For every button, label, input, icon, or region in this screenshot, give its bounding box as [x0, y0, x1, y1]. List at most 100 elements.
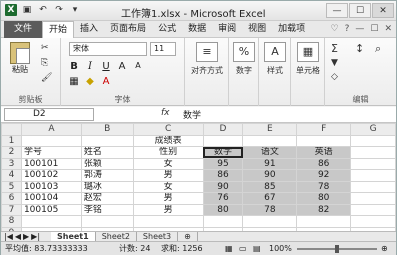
cell[interactable]: 90 [202, 180, 244, 193]
column-header-a[interactable]: A [20, 123, 82, 136]
cell[interactable]: 67 [242, 192, 298, 205]
excel-icon[interactable]: X [5, 4, 17, 16]
cell[interactable] [202, 134, 244, 147]
column-header-b[interactable]: B [80, 123, 134, 136]
tab-formulas[interactable]: 公式 [152, 21, 182, 38]
row-header[interactable]: 7 [1, 203, 22, 216]
font-size-select[interactable]: 11 [150, 42, 176, 56]
selected-cell[interactable]: 数学 [202, 146, 244, 159]
tab-insert[interactable]: 插入 [74, 21, 104, 38]
normal-view-icon[interactable]: ▦ [225, 242, 233, 255]
cell[interactable]: 语文 [242, 146, 298, 159]
page-break-view-icon[interactable]: ▤ [253, 242, 261, 255]
cell[interactable]: 100105 [20, 203, 82, 216]
cell[interactable]: 100104 [20, 192, 82, 205]
format-painter-icon[interactable]: 🖌 [41, 73, 52, 83]
save-icon[interactable]: ▣ [21, 4, 33, 16]
qat-dropdown-icon[interactable]: ▾ [69, 4, 81, 16]
tab-page-layout[interactable]: 页面布局 [104, 21, 152, 38]
cell[interactable] [20, 215, 82, 228]
cell[interactable]: 91 [242, 157, 298, 170]
cells-button[interactable]: ▦ 单元格 [289, 42, 327, 76]
cell[interactable]: 姓名 [80, 146, 134, 159]
fill-icon[interactable]: ▼ [331, 58, 338, 68]
cell[interactable]: 女 [132, 180, 204, 193]
ribbon-minimize-icon[interactable]: — [355, 24, 364, 34]
minimize-button[interactable]: — [326, 3, 348, 18]
sheet-tab-2[interactable]: Sheet2 [96, 231, 137, 242]
tab-file[interactable]: 文件 [4, 20, 43, 38]
column-header-c[interactable]: C [132, 123, 204, 136]
cell[interactable] [350, 215, 396, 228]
cell[interactable] [80, 215, 134, 228]
cell[interactable]: 92 [296, 169, 352, 182]
row-header[interactable]: 2 [1, 146, 22, 159]
cell[interactable] [202, 215, 244, 228]
font-color-icon[interactable]: A [101, 76, 111, 87]
cell[interactable]: 100103 [20, 180, 82, 193]
page-layout-view-icon[interactable]: ▭ [239, 242, 247, 255]
column-header-d[interactable]: D [202, 123, 244, 136]
cell[interactable]: 璐冰 [80, 180, 134, 193]
tab-data[interactable]: 数据 [182, 21, 212, 38]
cell[interactable]: 100101 [20, 157, 82, 170]
cell[interactable] [80, 134, 134, 147]
last-sheet-icon[interactable]: ▶| [31, 232, 40, 241]
cell[interactable]: 李铭 [80, 203, 134, 216]
select-all-corner[interactable] [1, 123, 22, 136]
cell[interactable]: 郭涛 [80, 169, 134, 182]
zoom-level[interactable]: 100% [269, 242, 292, 255]
zoom-slider-thumb[interactable] [335, 245, 339, 253]
cell[interactable]: 90 [242, 169, 298, 182]
cut-icon[interactable]: ✂ [41, 43, 49, 53]
prev-sheet-icon[interactable]: ◀ [15, 232, 21, 241]
cell[interactable]: 86 [202, 169, 244, 182]
cell[interactable]: 80 [202, 203, 244, 216]
find-select-icon[interactable]: ⌕ [375, 42, 381, 56]
tab-home[interactable]: 开始 [42, 20, 75, 38]
fill-color-icon[interactable]: ◆ [85, 76, 95, 87]
clear-icon[interactable]: ◇ [331, 72, 338, 82]
shrink-font-button[interactable]: A [133, 61, 143, 72]
close-button[interactable]: ✕ [372, 3, 394, 18]
cell[interactable] [242, 215, 298, 228]
cell[interactable]: 86 [296, 157, 352, 170]
formula-input[interactable]: 数学 [183, 108, 201, 121]
font-name-select[interactable]: 宋体 [69, 42, 147, 56]
paste-button[interactable]: 粘贴 [5, 42, 35, 75]
cell[interactable] [350, 134, 396, 147]
cell[interactable]: 张颖 [80, 157, 134, 170]
cell[interactable]: 女 [132, 157, 204, 170]
row-header[interactable]: 8 [1, 215, 22, 228]
cell[interactable]: 英语 [296, 146, 352, 159]
cell[interactable] [350, 203, 396, 216]
workbook-close-icon[interactable]: ✕ [384, 24, 392, 34]
cell[interactable]: 男 [132, 192, 204, 205]
cell[interactable]: 赵宏 [80, 192, 134, 205]
cell[interactable] [242, 134, 298, 147]
sort-filter-icon[interactable]: ↕ [355, 42, 364, 55]
cell[interactable] [350, 192, 396, 205]
bold-button[interactable]: B [69, 61, 79, 72]
cell[interactable]: 82 [296, 203, 352, 216]
tab-review[interactable]: 审阅 [212, 21, 242, 38]
cell[interactable] [350, 146, 396, 159]
border-icon[interactable]: ▦ [69, 76, 79, 87]
cell[interactable]: 80 [296, 192, 352, 205]
copy-icon[interactable]: ⎘ [41, 58, 48, 68]
sheet-tab-3[interactable]: Sheet3 [137, 231, 179, 242]
redo-icon[interactable]: ↷ [53, 4, 65, 16]
cell[interactable]: 性别 [132, 146, 204, 159]
row-header[interactable]: 3 [1, 157, 22, 170]
cell[interactable]: 100102 [20, 169, 82, 182]
cell[interactable]: 78 [242, 203, 298, 216]
heart-icon[interactable]: ♡ [331, 24, 339, 34]
column-header-g[interactable]: G [350, 123, 396, 136]
cell[interactable]: 男 [132, 203, 204, 216]
fx-icon[interactable]: fx [161, 108, 170, 118]
cell[interactable]: 95 [202, 157, 244, 170]
cell[interactable]: 85 [242, 180, 298, 193]
row-header[interactable]: 1 [1, 134, 22, 147]
next-sheet-icon[interactable]: ▶ [23, 232, 29, 241]
row-header[interactable]: 5 [1, 180, 22, 193]
